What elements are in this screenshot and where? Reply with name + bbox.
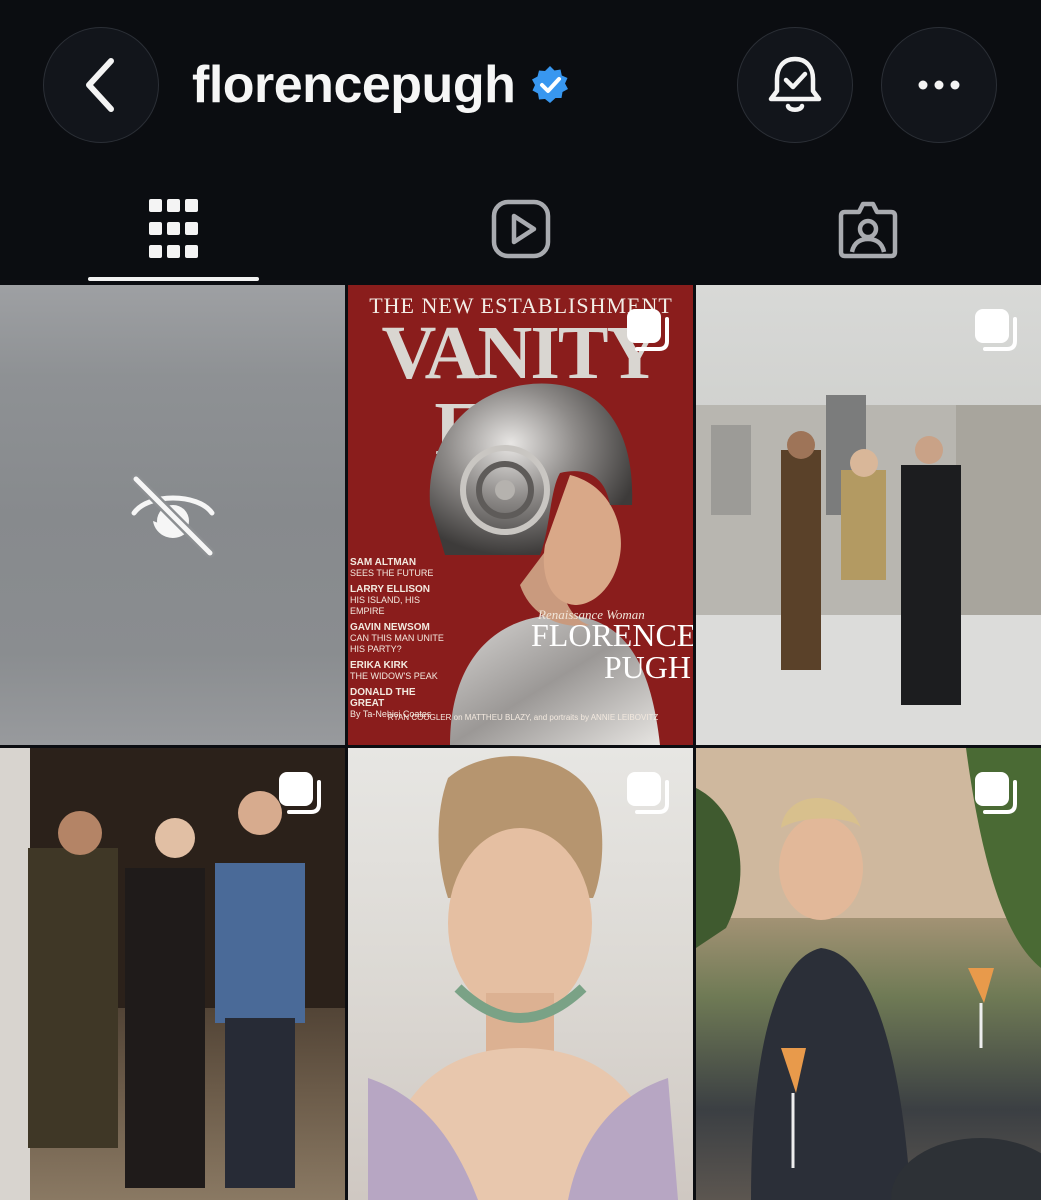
post-tile-magazine-cover[interactable]: THE NEW ESTABLISHMENT VANITY FAIR [348,285,693,745]
tab-tagged[interactable] [694,172,1041,285]
cover-line: GAVIN NEWSOM CAN THIS MAN UNITE HIS PARTY… [350,622,444,654]
cover-line: SAM ALTMAN SEES THE FUTURE [350,557,434,578]
cover-line: ERIKA KIRK THE WIDOW'S PEAK [350,660,438,681]
more-options-button[interactable] [881,27,997,143]
post-tile-photo[interactable] [696,285,1041,745]
cover-name: FLORENCE PUGH [531,617,693,685]
chevron-left-icon [86,58,114,112]
verified-badge-icon [532,66,569,103]
post-tile-photo[interactable] [348,748,693,1200]
cover-line: LARRY ELLISON HIS ISLAND, HIS EMPIRE [350,584,431,616]
eye-off-icon [131,474,215,558]
cover-lines: SAM ALTMAN SEES THE FUTURE LARRY ELLISON H… [350,557,450,725]
profile-header: florencepugh [0,0,1041,172]
multiple-posts-icon [279,772,321,814]
reels-icon [491,199,550,258]
post-tile-photo[interactable] [696,748,1041,1200]
tab-posts-grid[interactable] [0,172,347,285]
multiple-posts-icon [975,309,1017,351]
notification-bell-icon [768,56,822,112]
active-tab-indicator [88,277,259,281]
post-tile-photo[interactable] [0,748,345,1200]
back-button[interactable] [43,27,159,143]
multiple-posts-icon [627,309,669,351]
tab-reels[interactable] [347,172,694,285]
profile-tabs [0,172,1041,285]
tagged-icon [838,201,897,258]
username-row: florencepugh [192,50,571,120]
cover-footer: RYAN COOGLER on MATTHEU BLAZY, and portr… [387,713,659,722]
post-tile-hidden[interactable] [0,285,345,745]
multiple-posts-icon [975,772,1017,814]
notifications-button[interactable] [737,27,853,143]
grid-icon [148,198,198,258]
multiple-posts-icon [627,772,669,814]
more-horizontal-icon [918,80,960,90]
username: florencepugh [192,56,516,114]
posts-grid: THE NEW ESTABLISHMENT VANITY FAIR [0,285,1041,1200]
